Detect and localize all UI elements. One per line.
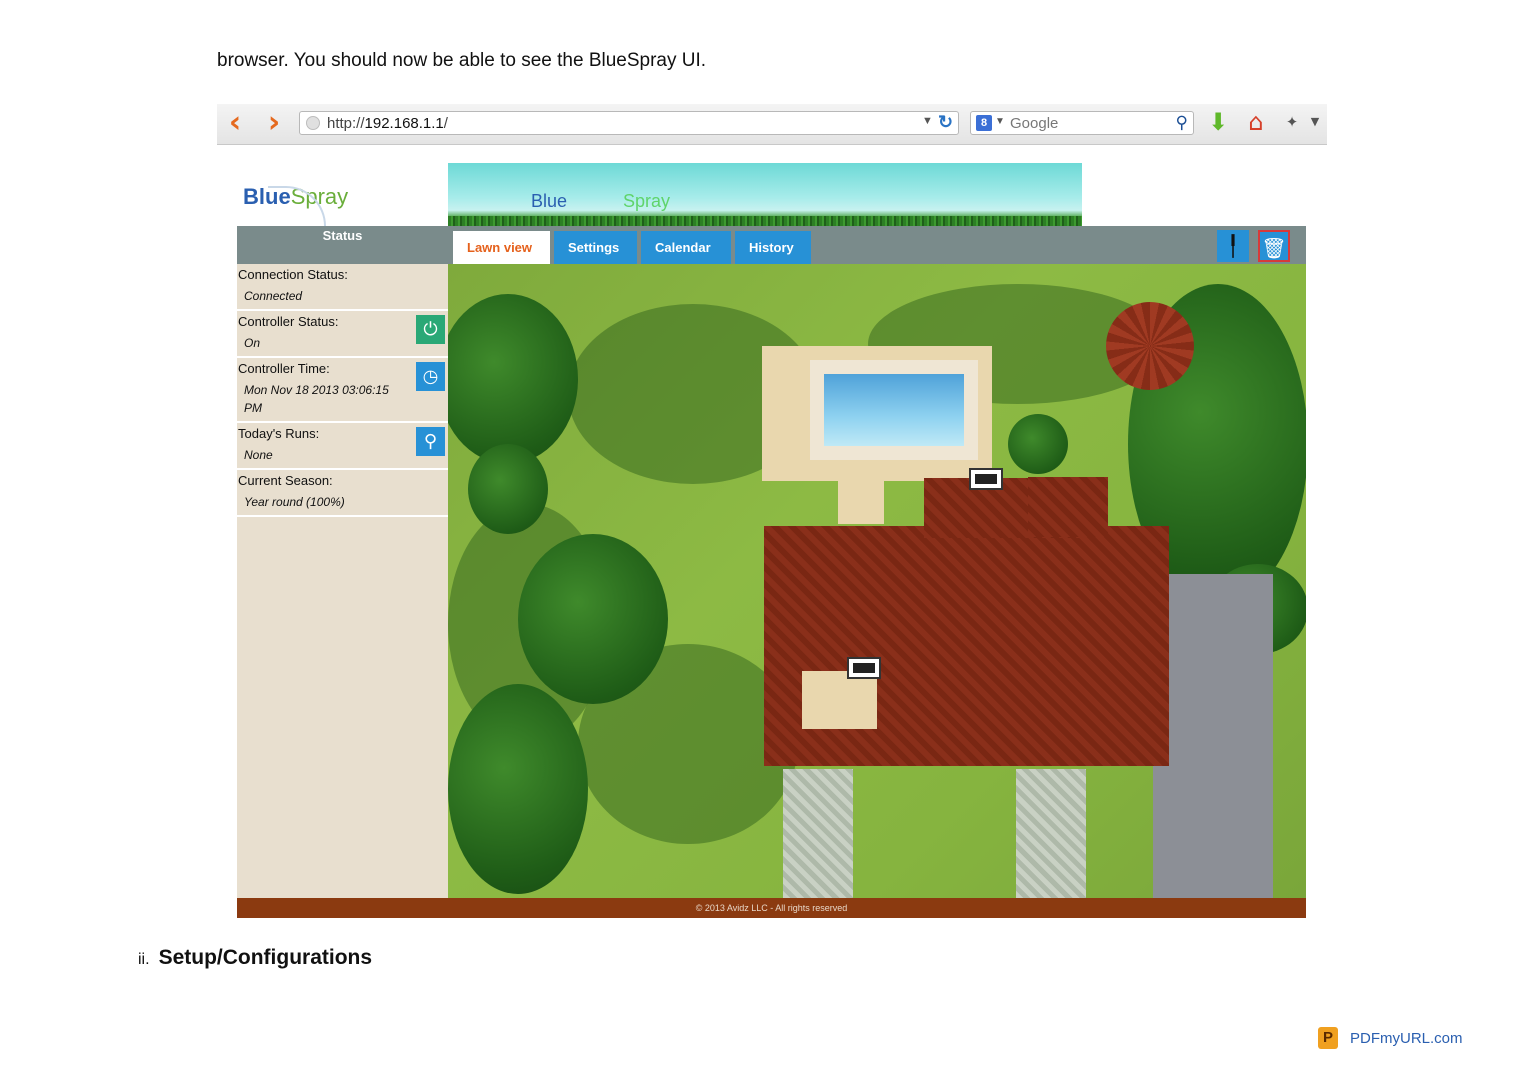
tab-lawn-view[interactable]: Lawn view xyxy=(453,231,550,264)
stone-walkway xyxy=(783,769,853,898)
house-roof xyxy=(764,526,1169,766)
bluespray-app: BlueSpray Blue Spray Status Connection St… xyxy=(237,162,1306,920)
globe-icon xyxy=(306,116,320,130)
search-placeholder: Google xyxy=(1010,115,1059,132)
tree xyxy=(1008,414,1068,474)
gazebo xyxy=(1106,302,1194,390)
refresh-icon[interactable]: ↻ xyxy=(938,112,953,133)
status-controller: Controller Status: On ⏻ xyxy=(237,311,448,358)
stone-walkway xyxy=(1016,769,1086,898)
power-icon[interactable]: ⏻ xyxy=(416,315,445,344)
engine-dropdown-icon[interactable]: ▼ xyxy=(995,116,1005,127)
section-heading: ii. Setup/Configurations xyxy=(138,946,373,969)
search-engine-icon[interactable]: 8 xyxy=(976,115,992,131)
menu-dropdown-icon[interactable]: ▼ xyxy=(1307,107,1323,137)
sprinkler-icon[interactable]: ╿ xyxy=(1217,230,1249,262)
tab-history[interactable]: History xyxy=(735,231,811,264)
house-roof xyxy=(1028,477,1108,537)
swimming-pool xyxy=(810,360,978,460)
url-dropdown-icon[interactable]: ▼ xyxy=(922,115,933,127)
tree xyxy=(448,294,578,464)
tree xyxy=(468,444,548,534)
intro-text: browser. You should now be able to see t… xyxy=(217,50,707,71)
faucet-icon[interactable]: ⚲ xyxy=(416,427,445,456)
driveway xyxy=(1153,574,1273,898)
banner-logo: Blue Spray xyxy=(531,191,671,211)
download-icon[interactable]: ⬇ xyxy=(1205,107,1231,137)
bluespray-logo: BlueSpray xyxy=(243,184,348,228)
rear-deck xyxy=(802,671,877,729)
deck-walkway xyxy=(838,479,884,524)
trash-icon[interactable]: 🗑 xyxy=(1258,230,1290,262)
pdf-logo-icon: P xyxy=(1318,1027,1338,1049)
pdfmyurl-link[interactable]: PDFmyURL.com xyxy=(1350,1030,1463,1047)
clock-icon[interactable]: ◷ xyxy=(416,362,445,391)
tree xyxy=(518,534,668,704)
back-icon[interactable]: ‹ xyxy=(221,108,249,138)
tree xyxy=(448,684,588,894)
browser-toolbar: ‹ › http://192.168.1.1/ ▼ ↻ 8 ▼ Google ⚲… xyxy=(217,104,1327,145)
header-banner: Blue Spray xyxy=(448,163,1082,226)
home-icon[interactable]: ⌂ xyxy=(1241,107,1271,137)
controller-marker[interactable] xyxy=(969,468,1003,490)
status-current-season: Current Season: Year round (100%) xyxy=(237,470,448,517)
tab-bar: Lawn view Settings Calendar History ╿ 🗑 xyxy=(448,226,1306,264)
address-bar[interactable]: http://192.168.1.1/ ▼ ↻ xyxy=(299,111,959,135)
controller-marker[interactable] xyxy=(847,657,881,679)
sidebar-header: Status xyxy=(237,226,448,264)
status-connection: Connection Status: Connected xyxy=(237,264,448,311)
tab-settings[interactable]: Settings xyxy=(554,231,637,264)
url-text: http://192.168.1.1/ xyxy=(327,115,448,132)
search-box[interactable]: 8 ▼ Google ⚲ xyxy=(970,111,1194,135)
banner-grass xyxy=(448,216,1082,226)
lawn-map[interactable] xyxy=(448,264,1306,898)
tab-calendar[interactable]: Calendar xyxy=(641,231,731,264)
addons-icon[interactable]: ✦ xyxy=(1280,107,1304,137)
status-controller-time: Controller Time: Mon Nov 18 2013 03:06:1… xyxy=(237,358,448,423)
pdfmyurl-badge[interactable]: P PDFmyURL.com xyxy=(1318,1027,1463,1049)
forward-icon[interactable]: › xyxy=(260,108,288,138)
status-todays-runs: Today's Runs: None ⚲ xyxy=(237,423,448,470)
bluespray-screenshot: ‹ › http://192.168.1.1/ ▼ ↻ 8 ▼ Google ⚲… xyxy=(217,104,1327,920)
app-footer: © 2013 Avidz LLC - All rights reserved xyxy=(237,898,1306,918)
search-icon[interactable]: ⚲ xyxy=(1176,113,1188,133)
status-sidebar: Status Connection Status: Connected Cont… xyxy=(237,226,448,898)
